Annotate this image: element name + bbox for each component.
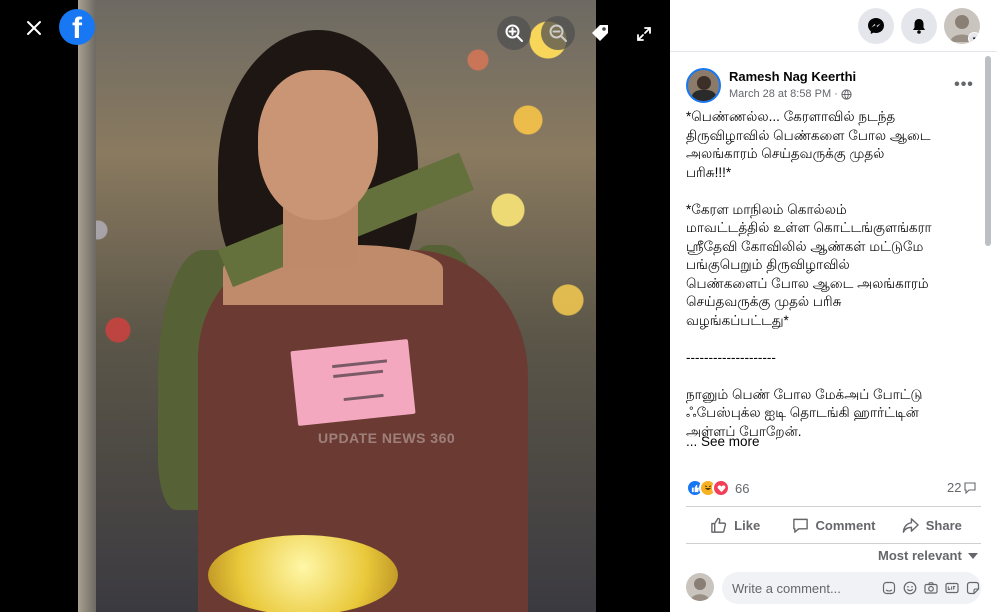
comment-sort-dropdown[interactable]: Most relevant (878, 548, 978, 563)
chevron-down-icon (967, 552, 978, 559)
photo-subject-face (258, 70, 378, 220)
sticker-icon (966, 581, 979, 594)
avatar-sticker-button[interactable] (881, 580, 896, 595)
more-dots-icon: ••• (954, 76, 974, 93)
post-header: Ramesh Nag Keerthi March 28 at 8:58 PM · (686, 68, 986, 108)
post-text: *பெண்ணல்ல... கேரளாவில் நடந்த திருவிழாவில… (686, 108, 982, 441)
post-actions: Like Comment Share (686, 508, 981, 542)
sticker-button[interactable] (965, 580, 980, 595)
photo-prize-tag (290, 339, 416, 426)
camera-icon (923, 581, 938, 594)
commenter-avatar[interactable] (686, 573, 714, 601)
comment-label: Comment (815, 517, 876, 533)
love-reaction-icon (712, 479, 730, 497)
meta-separator: · (834, 88, 838, 100)
notifications-button[interactable] (901, 8, 937, 44)
post-options-button[interactable]: ••• (951, 72, 977, 98)
photo-watermark: UPDATE NEWS 360 (318, 430, 456, 446)
globe-icon[interactable] (841, 88, 852, 100)
comment-button[interactable]: Comment (784, 508, 882, 542)
post-meta: March 28 at 8:58 PM · (729, 88, 852, 100)
reaction-count: 66 (735, 480, 750, 496)
reaction-summary[interactable]: 66 (686, 478, 749, 498)
zoom-in-icon (505, 24, 523, 42)
top-bar: ▾ (670, 0, 997, 52)
share-label: Share (925, 517, 962, 533)
bell-icon (913, 19, 925, 34)
author-name[interactable]: Ramesh Nag Keerthi (729, 69, 856, 84)
comment-composer: Write a comment... (686, 572, 986, 604)
like-button[interactable]: Like (686, 508, 784, 542)
tag-photo-button[interactable] (583, 16, 617, 50)
messenger-icon (868, 18, 884, 34)
tag-icon (592, 25, 608, 41)
close-button[interactable] (16, 12, 52, 44)
post-text-paragraph: நானும் பெண் போல மேக்அப் போட்டு ஃபேஸ்புக்… (686, 386, 923, 439)
author-avatar[interactable] (686, 68, 721, 103)
post-side-panel: ▾ Ramesh Nag Keerthi March 28 at 8:58 PM… (670, 0, 997, 612)
emoji-icon (903, 581, 916, 594)
avatar-sticker-icon (882, 581, 895, 594)
zoom-out-icon (549, 24, 567, 42)
photo-lamp-plate (208, 535, 398, 612)
account-menu-button[interactable]: ▾ (944, 8, 980, 44)
panel-scrollbar[interactable] (985, 56, 991, 246)
photo-background-edge (78, 0, 96, 612)
divider (686, 543, 981, 544)
gif-button[interactable] (944, 580, 959, 595)
fullscreen-icon (637, 27, 651, 41)
emoji-button[interactable] (902, 580, 917, 595)
see-more-link[interactable]: ... See more (686, 434, 760, 449)
comment-bubble-icon (964, 481, 977, 494)
comment-count[interactable]: 22 (947, 480, 977, 495)
zoom-out-button[interactable] (541, 16, 575, 50)
share-icon (902, 517, 919, 533)
post-text-paragraph: *பெண்ணல்ல... கேரளாவில் நடந்த திருவிழாவில… (686, 109, 931, 180)
post-photo[interactable]: UPDATE NEWS 360 (78, 0, 596, 612)
share-button[interactable]: Share (883, 508, 981, 542)
like-label: Like (734, 517, 761, 533)
sort-label: Most relevant (878, 548, 962, 563)
photo-viewer: UPDATE NEWS 360 f (0, 0, 670, 612)
comment-count-value: 22 (947, 480, 962, 495)
facebook-logo[interactable]: f (59, 9, 95, 45)
post-text-separator: -------------------- (686, 349, 776, 365)
post-timestamp[interactable]: March 28 at 8:58 PM (729, 88, 831, 100)
chevron-down-icon: ▾ (968, 32, 980, 44)
comment-icon (792, 518, 808, 533)
post-text-paragraph: *கேரள மாநிலம் கொல்லம் மாவட்டத்தில் உள்ள … (686, 201, 932, 328)
messenger-button[interactable] (858, 8, 894, 44)
gif-icon (944, 582, 959, 593)
close-icon (27, 21, 41, 35)
comment-placeholder: Write a comment... (732, 580, 841, 596)
comment-tools (881, 580, 980, 595)
zoom-in-button[interactable] (497, 16, 531, 50)
fullscreen-button[interactable] (630, 20, 658, 48)
facebook-logo-letter: f (72, 12, 82, 45)
camera-button[interactable] (923, 580, 938, 595)
thumbs-up-icon (711, 517, 727, 533)
divider (686, 506, 981, 507)
